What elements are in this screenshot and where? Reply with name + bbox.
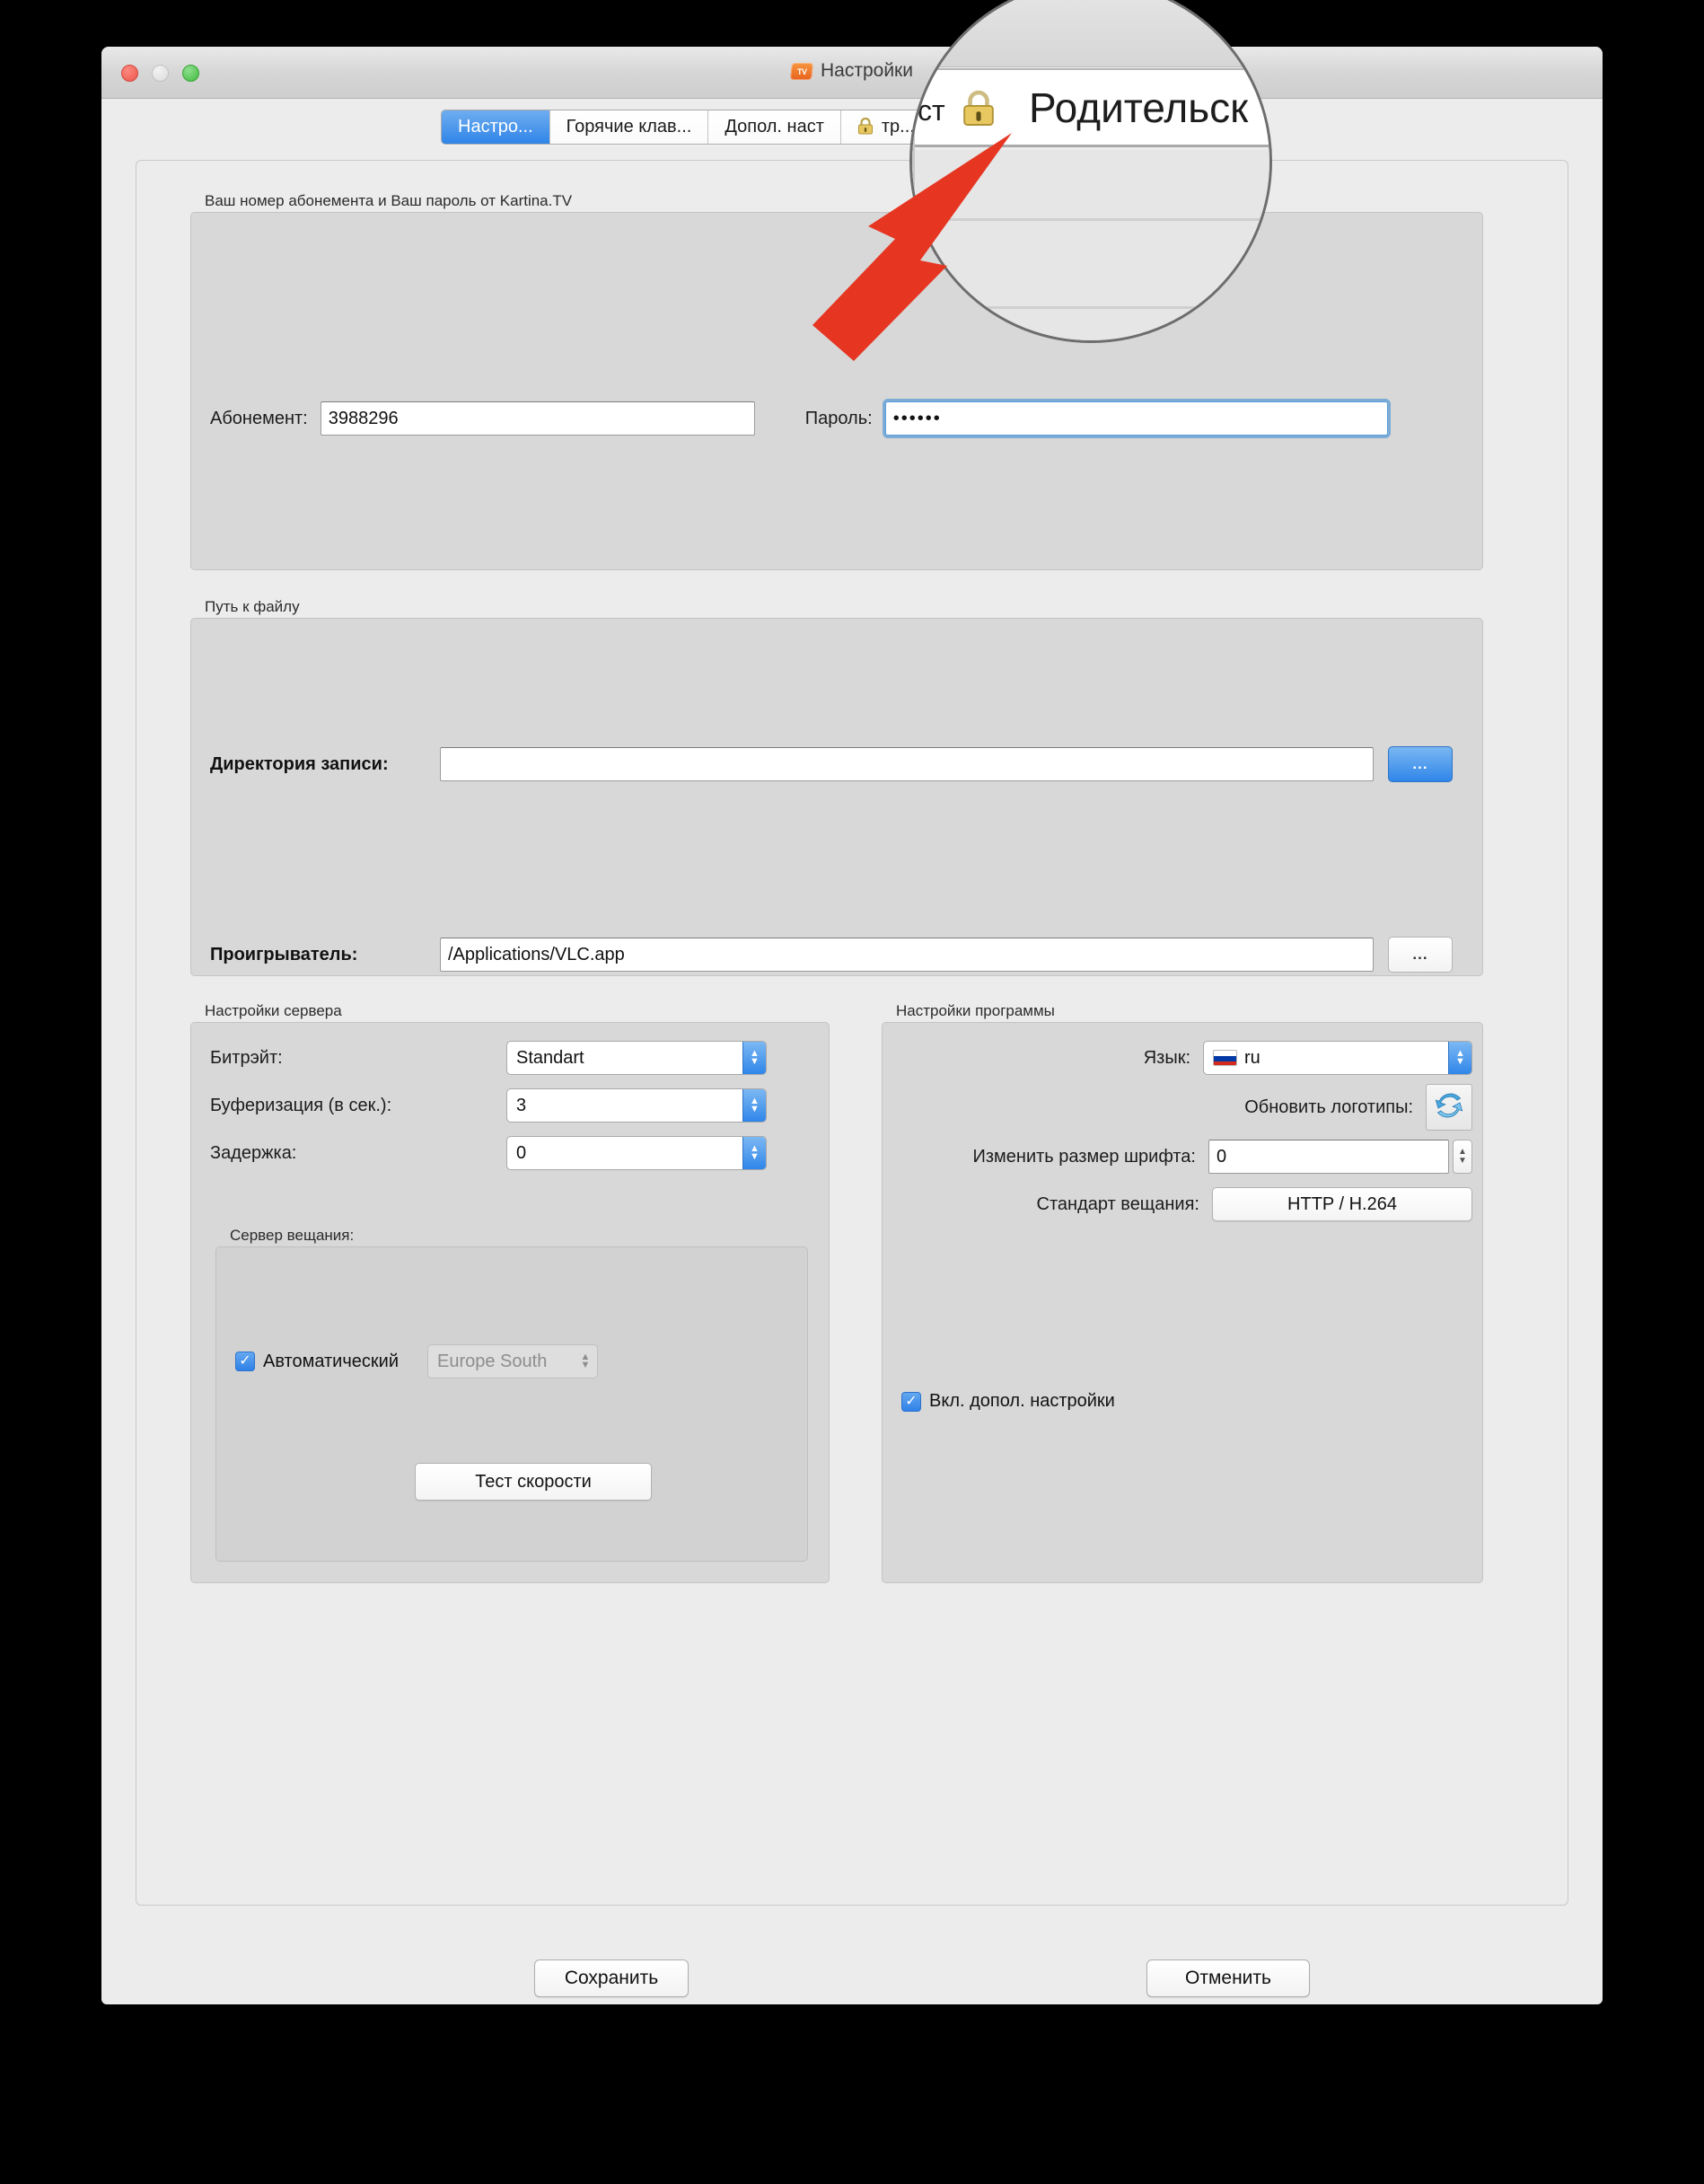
browse-record-directory-label: ...	[1412, 755, 1428, 772]
ru-flag-icon	[1213, 1050, 1237, 1066]
buffering-value: 3	[516, 1095, 527, 1115]
kartina-tv-logo-icon: TV	[790, 62, 813, 80]
font-size-stepper-arrows-icon[interactable]: ▲ ▼	[1453, 1140, 1472, 1174]
broadcast-server-select[interactable]: Europe South ▲ ▼	[427, 1344, 598, 1378]
cancel-button[interactable]: Отменить	[1146, 1959, 1310, 1997]
browse-player-label: ...	[1412, 946, 1428, 963]
subscriber-input-value: 3988296	[328, 408, 399, 428]
broadcast-standard-label: Стандарт вещания:	[1036, 1193, 1199, 1214]
language-value: ru	[1244, 1047, 1260, 1068]
file-path-group: Путь к файлу Директория записи: ... Прои…	[190, 598, 1483, 976]
password-input[interactable]: ••••••	[882, 399, 1391, 438]
bitrate-stepper-arrows-icon[interactable]: ▲ ▼	[742, 1042, 766, 1074]
auto-server-checkbox-row[interactable]: ✓ Автоматический	[235, 1352, 399, 1372]
bitrate-label: Битрэйт:	[210, 1047, 283, 1068]
extra-settings-row: ✓ Вкл. допол. настройки	[901, 1391, 1115, 1412]
program-settings-group-label: Настройки программы	[896, 1002, 1055, 1019]
settings-content-panel: Ваш номер абонемента и Ваш пароль от Kar…	[136, 160, 1568, 1906]
buffering-label: Буферизация (в сек.):	[210, 1095, 392, 1115]
player-input[interactable]: /Applications/VLC.app	[440, 938, 1374, 972]
window-title-group: TV Настройки	[101, 60, 1603, 82]
bitrate-select[interactable]: Standart ▲ ▼	[506, 1041, 767, 1075]
update-logos-button[interactable]	[1426, 1084, 1472, 1131]
tab-hotkeys-label: Горячие клав...	[566, 117, 692, 136]
tv-logo-text: TV	[796, 66, 807, 75]
delay-label: Задержка:	[210, 1142, 297, 1163]
font-size-stepper[interactable]: 0 ▲ ▼	[1208, 1140, 1472, 1174]
broadcast-standard-button[interactable]: HTTP / H.264	[1212, 1187, 1472, 1221]
auto-server-checkbox[interactable]: ✓	[235, 1352, 255, 1371]
delay-value: 0	[516, 1142, 527, 1163]
speedtest-row: Тест скорости	[415, 1463, 652, 1501]
browse-record-directory-button[interactable]: ...	[1388, 746, 1453, 782]
font-size-row: Изменить размер шрифта: 0 ▲ ▼	[891, 1140, 1472, 1174]
refresh-icon	[1434, 1090, 1464, 1125]
delay-stepper-arrows-icon[interactable]: ▲ ▼	[742, 1137, 766, 1169]
file-path-group-body	[190, 618, 1483, 976]
record-directory-label: Директория записи:	[210, 753, 389, 774]
extra-settings-checkbox-row[interactable]: ✓ Вкл. допол. настройки	[901, 1391, 1115, 1412]
update-logos-label: Обновить логотипы:	[1244, 1096, 1413, 1117]
magnified-tab-label: Родительск	[1029, 84, 1249, 131]
speed-test-button[interactable]: Тест скорости	[415, 1463, 652, 1501]
delay-row: Задержка: 0 ▲ ▼	[210, 1136, 808, 1170]
broadcast-standard-value: HTTP / H.264	[1287, 1193, 1397, 1214]
window-titlebar: TV Настройки	[101, 47, 1603, 99]
record-directory-input[interactable]	[440, 747, 1374, 781]
tab-hotkeys[interactable]: Горячие клав...	[549, 110, 709, 144]
subscriber-label: Абонемент:	[210, 408, 308, 428]
record-directory-row: Директория записи: ...	[210, 746, 1463, 782]
delay-select[interactable]: 0 ▲ ▼	[506, 1136, 767, 1170]
buffering-select[interactable]: 3 ▲ ▼	[506, 1088, 767, 1123]
save-button-label: Сохранить	[564, 1968, 659, 1988]
program-settings-group: Настройки программы Язык: ru ▲ ▼ Обновить…	[882, 1002, 1483, 1583]
credentials-row: Абонемент: 3988296 Пароль: ••••••	[210, 399, 1463, 438]
buffering-stepper-arrows-icon[interactable]: ▲ ▼	[742, 1089, 766, 1122]
font-size-value: 0	[1217, 1146, 1227, 1167]
browse-player-button[interactable]: ...	[1388, 937, 1453, 973]
subscriber-input[interactable]: 3988296	[320, 401, 755, 436]
tab-settings-label: Настро...	[458, 117, 533, 136]
tab-settings[interactable]: Настро...	[442, 110, 550, 144]
red-arrow-annotation-icon	[812, 126, 1037, 386]
broadcast-server-value: Europe South	[437, 1351, 548, 1371]
update-logos-row: Обновить логотипы:	[891, 1084, 1472, 1131]
server-settings-group: Настройки сервера Битрэйт: Standart ▲ ▼ Б…	[190, 1002, 830, 1583]
password-input-value: ••••••	[892, 408, 942, 428]
cancel-button-label: Отменить	[1185, 1968, 1271, 1988]
player-label: Проигрыватель:	[210, 944, 358, 964]
save-button[interactable]: Сохранить	[534, 1959, 689, 1997]
broadcast-server-group-label: Сервер вещания:	[230, 1227, 355, 1244]
player-value: /Applications/VLC.app	[448, 944, 625, 964]
server-settings-group-label: Настройки сервера	[205, 1002, 342, 1019]
language-row: Язык: ru ▲ ▼	[891, 1041, 1472, 1075]
broadcast-standard-row: Стандарт вещания: HTTP / H.264	[891, 1187, 1472, 1221]
font-size-input[interactable]: 0	[1208, 1140, 1449, 1174]
language-select[interactable]: ru ▲ ▼	[1203, 1041, 1472, 1075]
magnifier-titlebar-band	[912, 0, 1269, 67]
buffering-row: Буферизация (в сек.): 3 ▲ ▼	[210, 1088, 808, 1123]
broadcast-server-group: Сервер вещания: ✓ Автоматический Europe …	[215, 1227, 808, 1562]
password-label: Пароль:	[804, 408, 873, 428]
file-path-group-label: Путь к файлу	[205, 598, 300, 615]
language-stepper-arrows-icon[interactable]: ▲ ▼	[1448, 1042, 1471, 1074]
broadcast-server-group-body	[215, 1246, 808, 1562]
lock-icon	[961, 87, 997, 128]
language-label: Язык:	[1143, 1047, 1190, 1068]
player-row: Проигрыватель: /Applications/VLC.app ...	[210, 937, 1463, 973]
extra-settings-checkbox[interactable]: ✓	[901, 1391, 921, 1412]
extra-settings-label: Вкл. допол. настройки	[929, 1391, 1115, 1411]
speed-test-label: Тест скорости	[475, 1471, 592, 1492]
broadcast-server-stepper-arrows-icon[interactable]: ▲ ▼	[574, 1345, 597, 1378]
font-size-label: Изменить размер шрифта:	[972, 1146, 1197, 1167]
bitrate-value: Standart	[516, 1047, 584, 1068]
bitrate-row: Битрэйт: Standart ▲ ▼	[210, 1041, 808, 1075]
auto-server-row: ✓ Автоматический Europe South ▲ ▼	[235, 1344, 792, 1378]
subscriber-group-label: Ваш номер абонемента и Ваш пароль от Kar…	[205, 192, 573, 209]
magnified-left-fragment: ст	[918, 94, 945, 127]
tab-advanced-label: Допол. наст	[725, 117, 824, 136]
window-title: Настройки	[821, 60, 913, 81]
auto-server-label: Автоматический	[263, 1351, 399, 1371]
